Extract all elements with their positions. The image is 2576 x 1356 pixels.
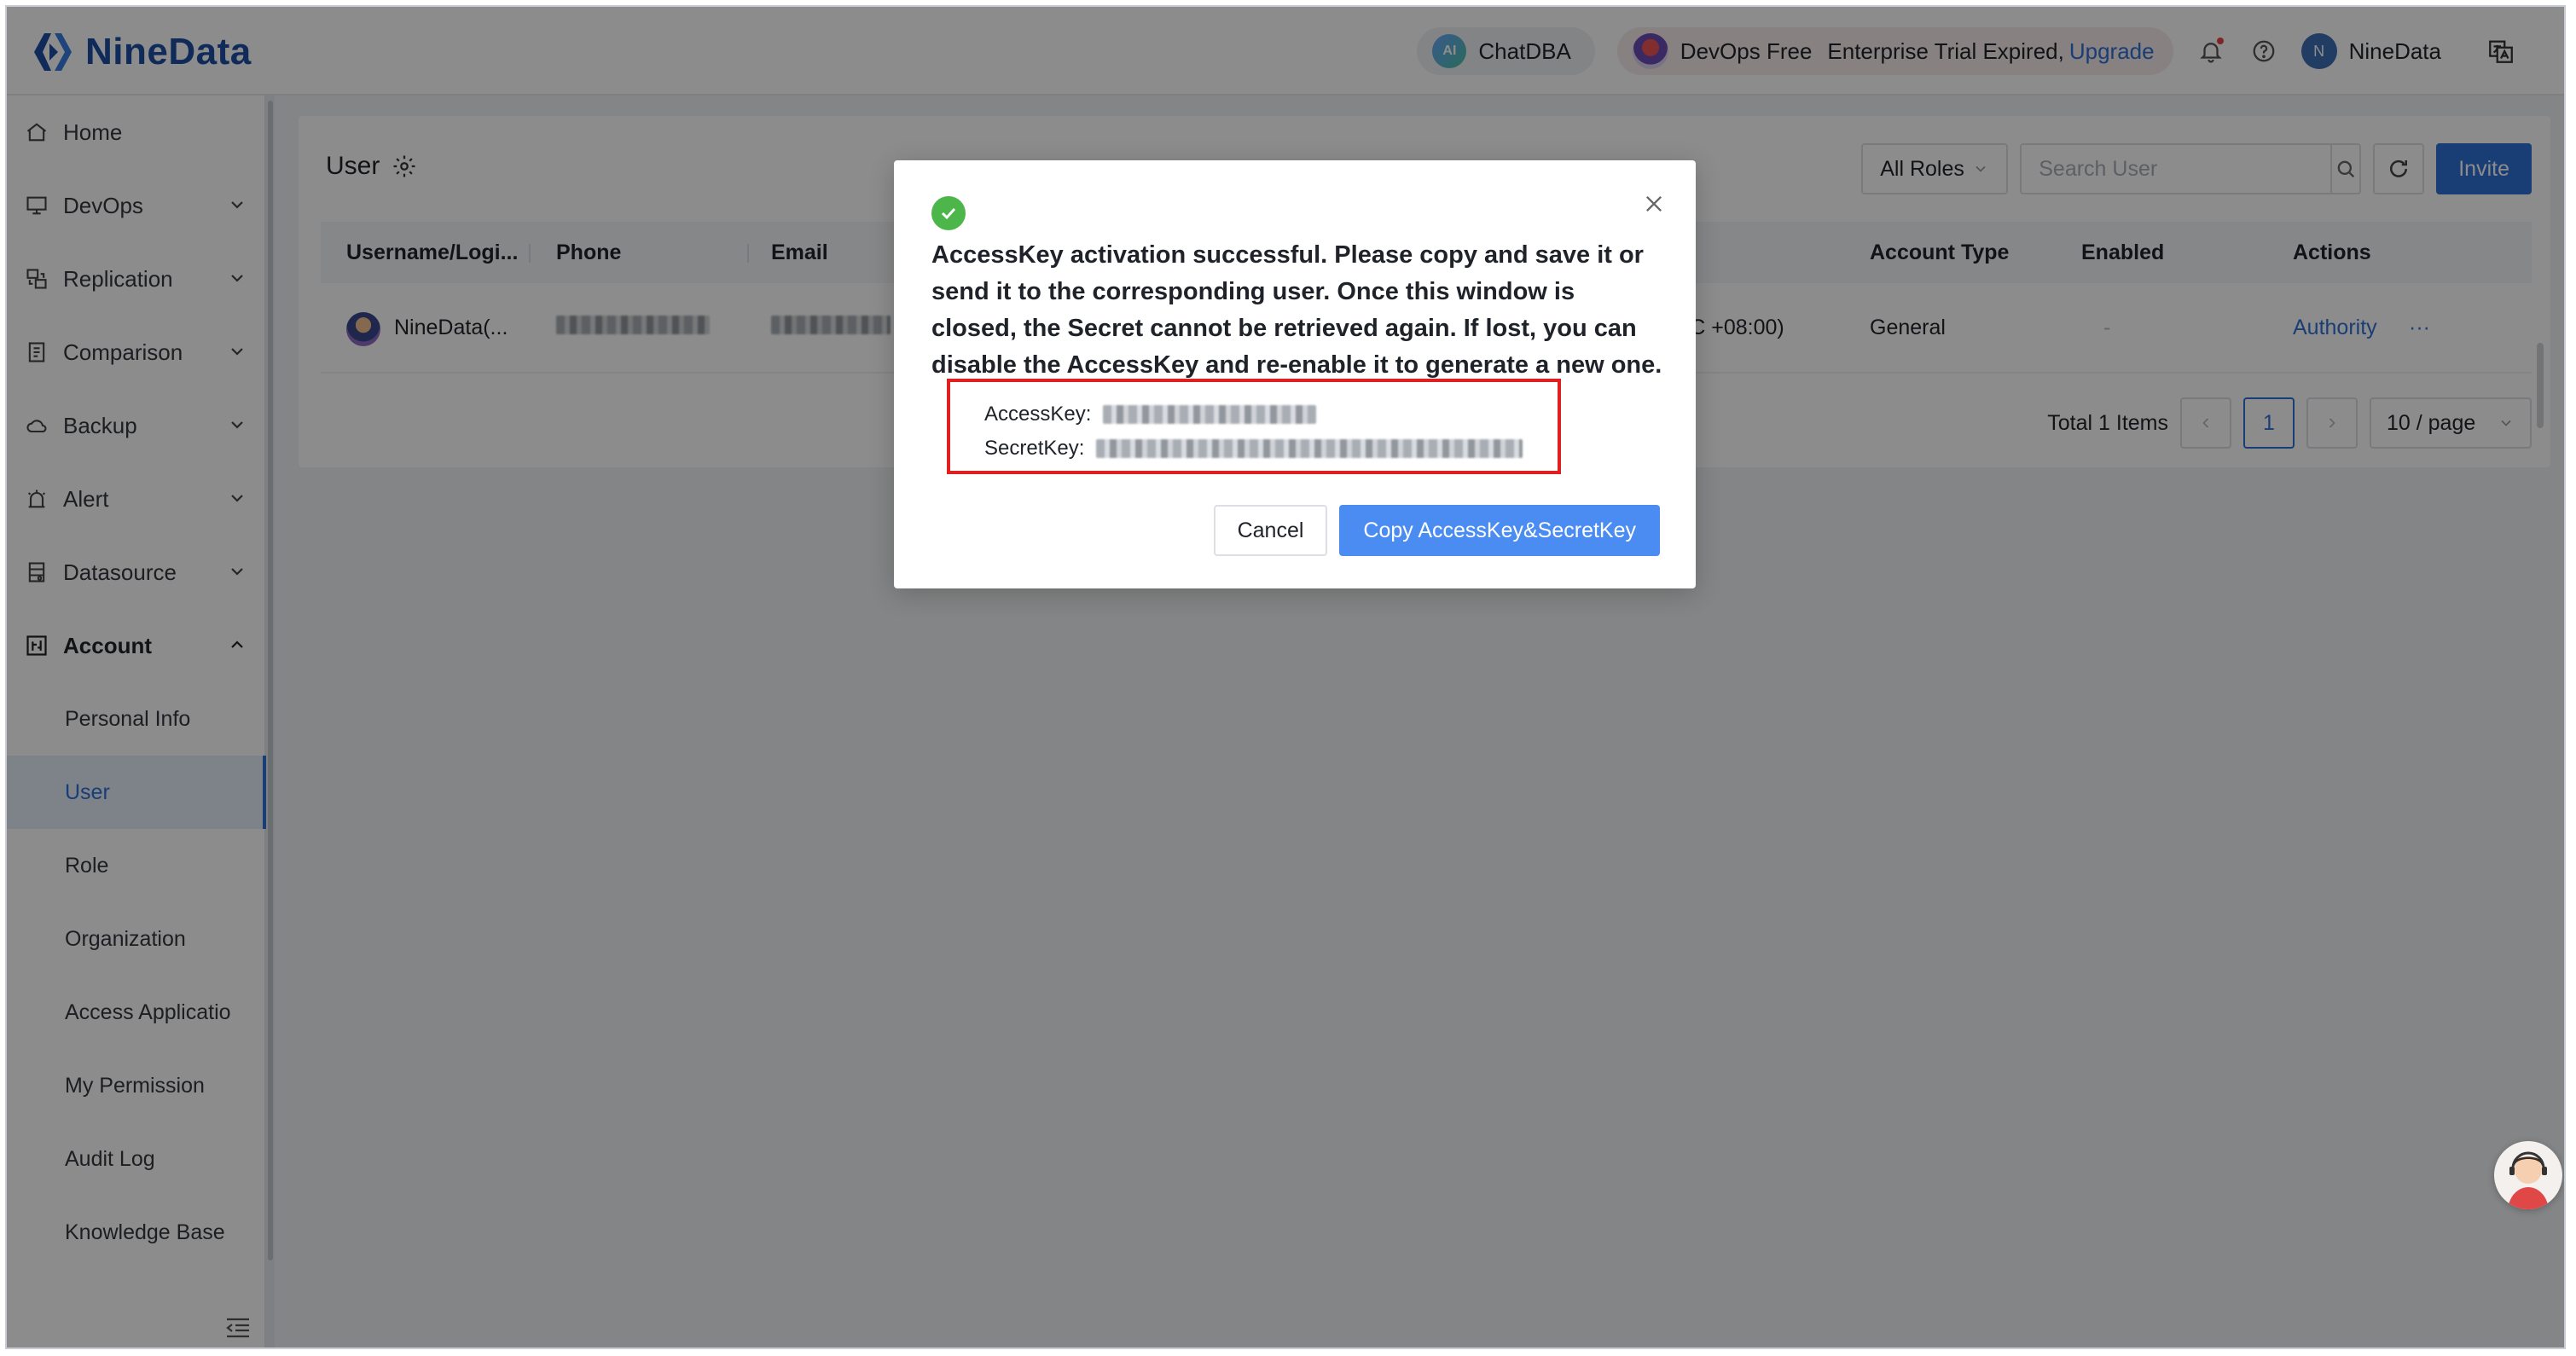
secret-key-value-redacted <box>1096 439 1523 458</box>
secret-key-label: SecretKey: <box>984 437 1085 460</box>
close-button[interactable] <box>1641 191 1667 217</box>
dialog-footer: Cancel Copy AccessKey&SecretKey <box>1213 505 1660 556</box>
cancel-button[interactable]: Cancel <box>1213 505 1328 556</box>
support-assistant-button[interactable] <box>2494 1141 2562 1209</box>
key-credentials-box: AccessKey: SecretKey: <box>947 379 1561 474</box>
access-key-value-redacted <box>1103 405 1317 424</box>
support-agent-icon <box>2508 1151 2549 1209</box>
access-key-line: AccessKey: <box>984 397 1558 432</box>
close-icon <box>1646 196 1662 212</box>
secret-key-line: SecretKey: <box>984 432 1558 466</box>
accesskey-success-dialog: AccessKey activation successful. Please … <box>894 160 1696 588</box>
copy-keys-button[interactable]: Copy AccessKey&SecretKey <box>1339 505 1660 556</box>
app-window: NineData AI ChatDBA DevOps Free Enterpri… <box>5 5 2566 1349</box>
access-key-label: AccessKey: <box>984 403 1092 426</box>
success-check-icon <box>931 196 966 230</box>
dialog-message: AccessKey activation successful. Please … <box>931 241 1662 379</box>
